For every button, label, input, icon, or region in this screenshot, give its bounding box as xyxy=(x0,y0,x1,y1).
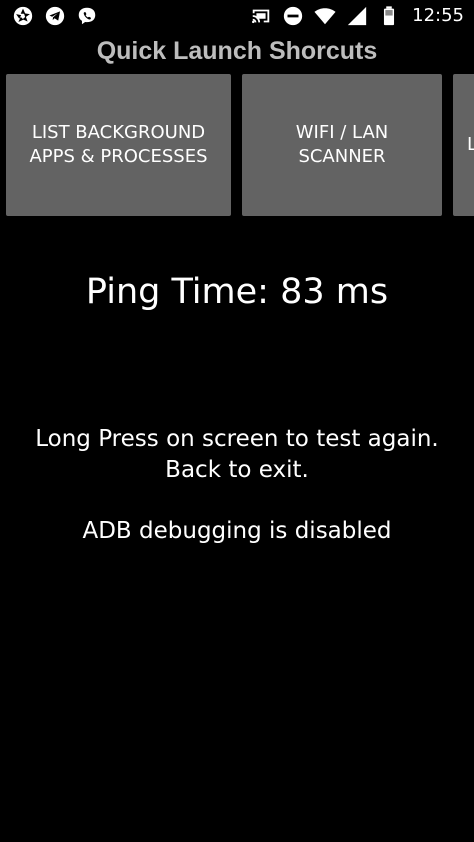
viber-icon xyxy=(76,5,98,27)
status-bar: 12:55 xyxy=(0,0,474,34)
notification-icons xyxy=(12,5,108,27)
cast-icon xyxy=(250,5,272,27)
instructions-line-2: Back to exit. xyxy=(165,457,309,483)
ping-time-readout: Ping Time: 83 ms xyxy=(85,272,389,312)
do-not-disturb-icon xyxy=(282,5,304,27)
instructions: Long Press on screen to test again. Back… xyxy=(0,424,474,486)
clock: 12:55 xyxy=(412,5,464,26)
list-background-apps-button[interactable]: LIST BACKGROUND APPS & PROCESSES xyxy=(6,74,231,216)
partial-shortcut-button[interactable]: L xyxy=(453,74,474,216)
wifi-lan-scanner-button[interactable]: WIFI / LAN SCANNER xyxy=(242,74,442,216)
page-title: Quick Launch Shorcuts xyxy=(96,37,378,65)
system-icons: 12:55 xyxy=(240,5,464,27)
adb-status: ADB debugging is disabled xyxy=(82,518,392,544)
instructions-line-1: Long Press on screen to test again. xyxy=(35,426,439,452)
signal-icon xyxy=(346,5,368,27)
battery-icon xyxy=(378,5,400,27)
telegram-icon xyxy=(44,5,66,27)
shortcut-carousel[interactable]: LIST BACKGROUND APPS & PROCESSES WIFI / … xyxy=(0,74,474,218)
aperture-icon xyxy=(12,5,34,27)
wifi-icon xyxy=(314,5,336,27)
